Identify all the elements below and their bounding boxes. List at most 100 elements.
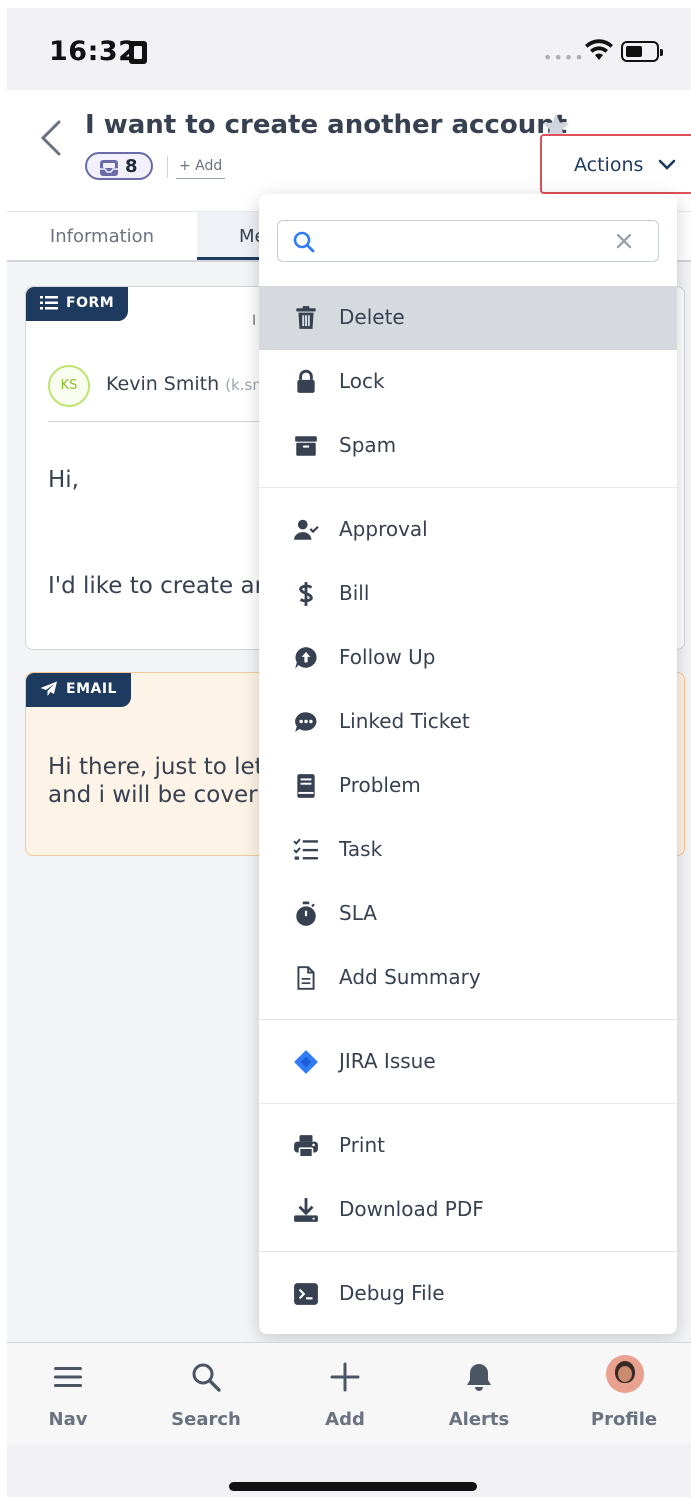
form-tag: FORM bbox=[26, 287, 129, 321]
menu-item-label: Add Summary bbox=[339, 965, 481, 989]
divider bbox=[259, 478, 677, 498]
divider bbox=[259, 1010, 677, 1030]
nav-label: Add bbox=[325, 1409, 365, 1430]
user-check-icon bbox=[294, 519, 319, 540]
checklist-icon bbox=[293, 838, 318, 860]
menu-item-add-summary[interactable]: Add Summary bbox=[259, 946, 677, 1010]
menu-item-label: Lock bbox=[339, 369, 385, 393]
menu-item-label: Delete bbox=[339, 305, 405, 329]
menu-item-label: Problem bbox=[339, 773, 421, 797]
message-greeting: Hi, bbox=[48, 467, 79, 493]
dropdown-menu: Delete Lock Spam Approval Bill Follow Up… bbox=[259, 286, 677, 1326]
menu-item-label: Follow Up bbox=[339, 645, 436, 669]
menu-item-problem[interactable]: Problem bbox=[259, 754, 677, 818]
terminal-icon bbox=[294, 1283, 318, 1305]
menu-item-label: Spam bbox=[339, 433, 397, 457]
dollar-icon bbox=[299, 582, 313, 606]
menu-item-label: Task bbox=[339, 837, 383, 861]
email-line: Hi there, just to let bbox=[48, 754, 264, 780]
menu-item-download-pdf[interactable]: Download PDF bbox=[259, 1178, 677, 1242]
ticket-title: I want to create another account bbox=[85, 110, 568, 140]
actions-label: Actions bbox=[574, 154, 644, 176]
menu-item-delete[interactable]: Delete bbox=[259, 286, 677, 350]
battery-icon bbox=[621, 41, 663, 62]
dropdown-search-input[interactable] bbox=[328, 227, 598, 255]
back-chevron-icon[interactable] bbox=[37, 118, 67, 158]
divider bbox=[167, 156, 168, 178]
list-icon bbox=[40, 296, 58, 310]
document-icon bbox=[297, 966, 315, 990]
menu-item-label: Download PDF bbox=[339, 1197, 484, 1221]
menu-item-follow-up[interactable]: Follow Up bbox=[259, 626, 677, 690]
archive-icon bbox=[295, 436, 317, 456]
printer-icon bbox=[294, 1135, 318, 1158]
status-time: 16:32 bbox=[49, 36, 138, 67]
menu-item-approval[interactable]: Approval bbox=[259, 498, 677, 562]
menu-item-task[interactable]: Task bbox=[259, 818, 677, 882]
chevron-down-icon bbox=[658, 159, 676, 170]
app-frame: 16:32 •••• I want to create another acco… bbox=[7, 8, 691, 1497]
stopwatch-icon bbox=[296, 901, 316, 926]
menu-item-linked-ticket[interactable]: Linked Ticket bbox=[259, 690, 677, 754]
message-body: I'd like to create ar bbox=[48, 573, 265, 599]
message-count-badge[interactable]: 8 bbox=[85, 152, 153, 180]
wifi-icon bbox=[585, 39, 613, 60]
menu-item-label: Print bbox=[339, 1133, 386, 1157]
menu-item-label: SLA bbox=[339, 901, 377, 925]
nav-item-nav[interactable]: Nav bbox=[8, 1343, 128, 1445]
menu-item-sla[interactable]: SLA bbox=[259, 882, 677, 946]
status-bar: 16:32 •••• bbox=[7, 8, 691, 90]
menu-item-print[interactable]: Print bbox=[259, 1114, 677, 1178]
jira-icon bbox=[294, 1050, 318, 1074]
send-icon bbox=[40, 681, 57, 696]
nav-label: Search bbox=[171, 1409, 241, 1430]
book-icon bbox=[297, 774, 315, 798]
bottom-nav: Nav Search Add Alerts Profile bbox=[7, 1342, 691, 1444]
avatar: KS bbox=[48, 365, 90, 407]
avatar bbox=[606, 1355, 644, 1393]
follow-up-icon bbox=[295, 647, 317, 669]
menu-item-label: Linked Ticket bbox=[339, 709, 470, 733]
actions-dropdown: Delete Lock Spam Approval Bill Follow Up… bbox=[259, 194, 677, 1334]
menu-icon bbox=[54, 1367, 82, 1387]
actions-button[interactable]: Actions bbox=[540, 134, 691, 194]
menu-item-jira-issue[interactable]: JIRA Issue bbox=[259, 1030, 677, 1094]
nav-label: Alerts bbox=[448, 1409, 510, 1430]
sender-name: Kevin Smith (k.sm bbox=[106, 373, 267, 395]
nav-item-alerts[interactable]: Alerts bbox=[419, 1343, 539, 1445]
home-area bbox=[7, 1444, 691, 1497]
home-indicator[interactable] bbox=[229, 1482, 477, 1491]
search-icon bbox=[192, 1363, 221, 1392]
sender-name-text: Kevin Smith bbox=[106, 373, 220, 395]
nav-item-add[interactable]: Add bbox=[285, 1343, 405, 1445]
menu-item-lock[interactable]: Lock bbox=[259, 350, 677, 414]
bell-icon bbox=[467, 1364, 491, 1391]
email-tag: EMAIL bbox=[26, 673, 131, 707]
add-tag-button[interactable]: + Add bbox=[176, 158, 226, 179]
menu-item-bill[interactable]: Bill bbox=[259, 562, 677, 626]
menu-item-debug-file[interactable]: Debug File bbox=[259, 1262, 677, 1326]
menu-item-label: JIRA Issue bbox=[339, 1049, 436, 1073]
message-count: 8 bbox=[125, 156, 138, 177]
divider bbox=[259, 1242, 677, 1262]
chat-dots-icon bbox=[295, 712, 317, 732]
email-tag-label: EMAIL bbox=[66, 681, 117, 697]
form-time: I bbox=[252, 313, 257, 329]
email-body: Hi there, just to let and i will be cove… bbox=[48, 753, 264, 809]
form-tag-label: FORM bbox=[66, 295, 115, 311]
menu-item-spam[interactable]: Spam bbox=[259, 414, 677, 478]
dropdown-search bbox=[277, 220, 659, 262]
search-icon bbox=[293, 231, 315, 253]
nav-item-profile[interactable]: Profile bbox=[564, 1343, 684, 1445]
menu-item-label: Debug File bbox=[339, 1281, 445, 1305]
nav-item-search[interactable]: Search bbox=[146, 1343, 266, 1445]
nav-label: Nav bbox=[48, 1409, 88, 1430]
tab-information[interactable]: Information bbox=[7, 212, 197, 260]
download-icon bbox=[294, 1198, 318, 1222]
email-line: and i will be coveri bbox=[48, 782, 264, 808]
trash-icon bbox=[296, 306, 316, 329]
clear-icon[interactable] bbox=[614, 231, 634, 251]
plus-icon bbox=[330, 1362, 360, 1392]
menu-item-label: Approval bbox=[339, 517, 428, 541]
inbox-icon bbox=[100, 160, 118, 176]
